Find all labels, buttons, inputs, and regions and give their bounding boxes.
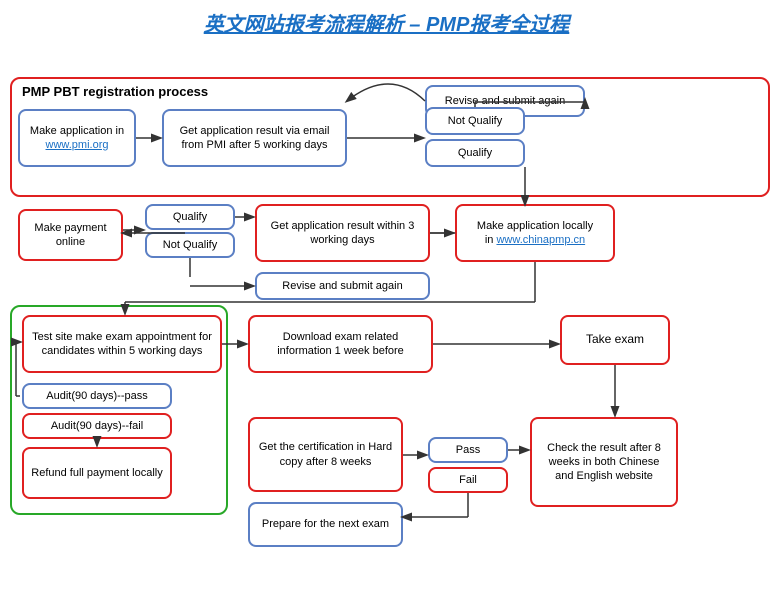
- audit-fail-box: Audit(90 days)--fail: [22, 413, 172, 439]
- fail-box: Fail: [428, 467, 508, 493]
- chinapmp-link[interactable]: www.chinapmp.cn: [496, 234, 585, 246]
- check-result-box: Check the result after 8 weeks in both C…: [530, 417, 678, 507]
- page: 英文网站报考流程解析 – PMP报考全过程 PMP PBT registrati…: [0, 0, 773, 551]
- download-info-box: Download exam related information 1 week…: [248, 315, 433, 373]
- pass-box: Pass: [428, 437, 508, 463]
- prepare-next-box: Prepare for the next exam: [248, 502, 403, 547]
- get-result-3days-box: Get application result within 3 working …: [255, 204, 430, 262]
- get-result-email-box: Get application result via email from PM…: [162, 109, 347, 167]
- not-qualify-2-box: Not Qualify: [145, 232, 235, 258]
- make-application-local-box: Make application locallyin www.chinapmp.…: [455, 204, 615, 262]
- make-application-box: Make application in www.pmi.org: [18, 109, 136, 167]
- flow-container: PMP PBT registration process Make applic…: [10, 47, 763, 537]
- revise-submit-2-box: Revise and submit again: [255, 272, 430, 300]
- frame-label: PMP PBT registration process: [16, 80, 214, 105]
- test-site-box: Test site make exam appointment for cand…: [22, 315, 222, 373]
- audit-pass-box: Audit(90 days)--pass: [22, 383, 172, 409]
- page-title: 英文网站报考流程解析 – PMP报考全过程: [10, 8, 763, 37]
- qualify-2-box: Qualify: [145, 204, 235, 230]
- not-qualify-1-box: Not Qualify: [425, 107, 525, 135]
- qualify-1-box: Qualify: [425, 139, 525, 167]
- get-certification-box: Get the certification in Hard copy after…: [248, 417, 403, 492]
- pmi-link[interactable]: www.pmi.org: [46, 139, 109, 151]
- take-exam-box: Take exam: [560, 315, 670, 365]
- refund-box: Refund full payment locally: [22, 447, 172, 499]
- make-payment-box: Make payment online: [18, 209, 123, 261]
